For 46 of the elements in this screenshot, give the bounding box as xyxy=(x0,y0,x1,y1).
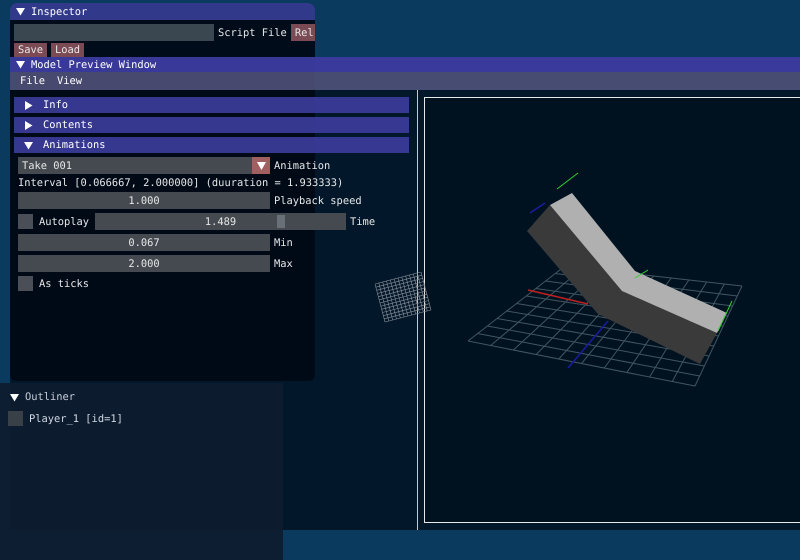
field-label: Time xyxy=(350,216,376,228)
grid-gizmo-drawing xyxy=(375,272,432,323)
script-file-field[interactable] xyxy=(14,24,214,41)
window-title: Inspector xyxy=(31,6,88,18)
number-drag-field[interactable]: 1.000 xyxy=(18,192,270,209)
checkbox[interactable] xyxy=(18,276,33,291)
menu-item[interactable]: View xyxy=(57,75,82,87)
collapse-icon[interactable] xyxy=(16,7,25,16)
checkbox-label: Autoplay xyxy=(39,216,90,228)
outliner-item[interactable]: Player_1 [id=1] xyxy=(8,411,123,426)
field-label: Min xyxy=(274,236,293,248)
expand-icon[interactable] xyxy=(24,100,33,110)
window-title: Outliner xyxy=(25,391,76,403)
dropdown-arrow-button[interactable] xyxy=(252,157,270,174)
collapse-icon[interactable] xyxy=(16,60,25,69)
number-drag-field[interactable]: 0.067 xyxy=(18,234,270,251)
collapsing-header[interactable]: Info xyxy=(14,97,409,113)
header-title: Contents xyxy=(43,119,94,131)
field-label: Playback speed xyxy=(274,194,362,206)
reload-button[interactable]: Rel xyxy=(290,24,315,41)
checkbox[interactable] xyxy=(18,214,33,229)
menu-item[interactable]: File xyxy=(20,75,46,87)
expand-icon[interactable] xyxy=(24,120,33,130)
number-drag-field[interactable]: 2.000 xyxy=(18,255,270,272)
model-viewport[interactable] xyxy=(424,97,800,523)
toolbar-button[interactable]: Save xyxy=(14,43,48,57)
time-slider[interactable]: 1.489 xyxy=(95,213,346,230)
dropdown-value: Take 001 xyxy=(21,160,74,172)
slider-value: 1.489 xyxy=(204,216,236,228)
caret-icon xyxy=(256,162,266,170)
collapsing-header[interactable]: Contents xyxy=(14,117,409,133)
header-title: Info xyxy=(43,99,68,111)
collapse-icon[interactable] xyxy=(10,392,19,402)
toolbar-button[interactable]: Load xyxy=(51,43,84,57)
checkbox-label: As ticks xyxy=(39,278,90,290)
collapsing-header[interactable]: Animations xyxy=(14,137,409,153)
field-label: Max xyxy=(274,258,293,270)
interval-text: Interval [0.066667, 2.000000] (duuration = 1.933333) xyxy=(18,177,344,189)
animation-dropdown[interactable]: Take 001 xyxy=(18,157,270,174)
dropdown-label: Animation xyxy=(274,160,330,172)
window-title: Model Preview Window xyxy=(31,58,156,70)
node-icon xyxy=(8,411,23,426)
field-label: Script File xyxy=(218,26,287,38)
slider-handle[interactable] xyxy=(276,215,285,228)
collapse-icon[interactable] xyxy=(24,140,33,150)
header-title: Animations xyxy=(43,139,106,151)
